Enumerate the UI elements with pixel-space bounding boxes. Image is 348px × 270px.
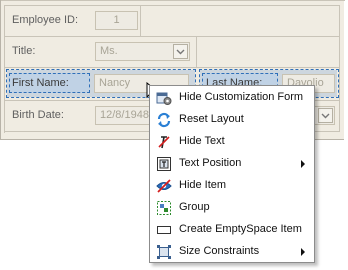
- chevron-down-icon[interactable]: [173, 44, 188, 59]
- title-label: Title:: [12, 45, 36, 57]
- menu-item-label: Create EmptySpace Item: [179, 223, 302, 235]
- employee-id-field[interactable]: 1: [95, 11, 138, 30]
- empty-space-icon: [157, 226, 171, 234]
- hide-text-icon: [158, 136, 170, 149]
- grid-line: [196, 36, 197, 67]
- submenu-arrow-icon: [301, 248, 305, 256]
- grid-line: [140, 5, 141, 36]
- employee-id-label: Employee ID:: [12, 14, 79, 26]
- hide-item-icon: [156, 179, 172, 193]
- menu-item-create-emptyspace-item[interactable]: Create EmptySpace Item: [151, 219, 313, 241]
- grid-line: [4, 5, 5, 133]
- grid-line: [339, 5, 340, 132]
- menu-item-label: Text Position: [179, 157, 242, 169]
- menu-item-size-constraints[interactable]: Size Constraints: [151, 241, 313, 263]
- customization-form-icon: [156, 92, 172, 105]
- menu-item-text-position[interactable]: Text Position: [151, 153, 313, 175]
- grid-line: [4, 36, 340, 37]
- first-name-label: First Name:: [12, 77, 69, 89]
- grid-line: [1, 0, 345, 1]
- menu-item-label: Hide Customization Form: [179, 91, 304, 103]
- menu-item-hide-customization-form[interactable]: Hide Customization Form: [151, 87, 313, 109]
- menu-item-label: Size Constraints: [179, 245, 260, 257]
- submenu-arrow-icon: [301, 160, 305, 168]
- menu-item-label: Hide Item: [179, 179, 227, 191]
- menu-item-label: Hide Text: [179, 135, 225, 147]
- size-constraints-icon: [157, 245, 171, 259]
- menu-item-reset-layout[interactable]: Reset Layout: [151, 109, 313, 131]
- menu-item-label: Group: [179, 201, 210, 213]
- menu-item-hide-text[interactable]: Hide Text: [151, 131, 313, 153]
- grid-line: [4, 5, 340, 6]
- text-position-icon: [157, 157, 171, 171]
- birth-date-label: Birth Date:: [12, 109, 64, 121]
- chevron-down-icon[interactable]: [318, 108, 333, 123]
- menu-item-label: Reset Layout: [179, 113, 244, 125]
- menu-item-hide-item[interactable]: Hide Item: [151, 175, 313, 197]
- context-menu: Hide Customization Form Reset Layout Hid…: [149, 85, 315, 263]
- title-combo[interactable]: Ms.: [95, 42, 190, 61]
- title-value: Ms.: [100, 45, 118, 57]
- grid-line: [4, 67, 340, 68]
- group-icon: [157, 201, 171, 215]
- reset-layout-icon: [157, 112, 171, 128]
- menu-item-group[interactable]: Group: [151, 197, 313, 219]
